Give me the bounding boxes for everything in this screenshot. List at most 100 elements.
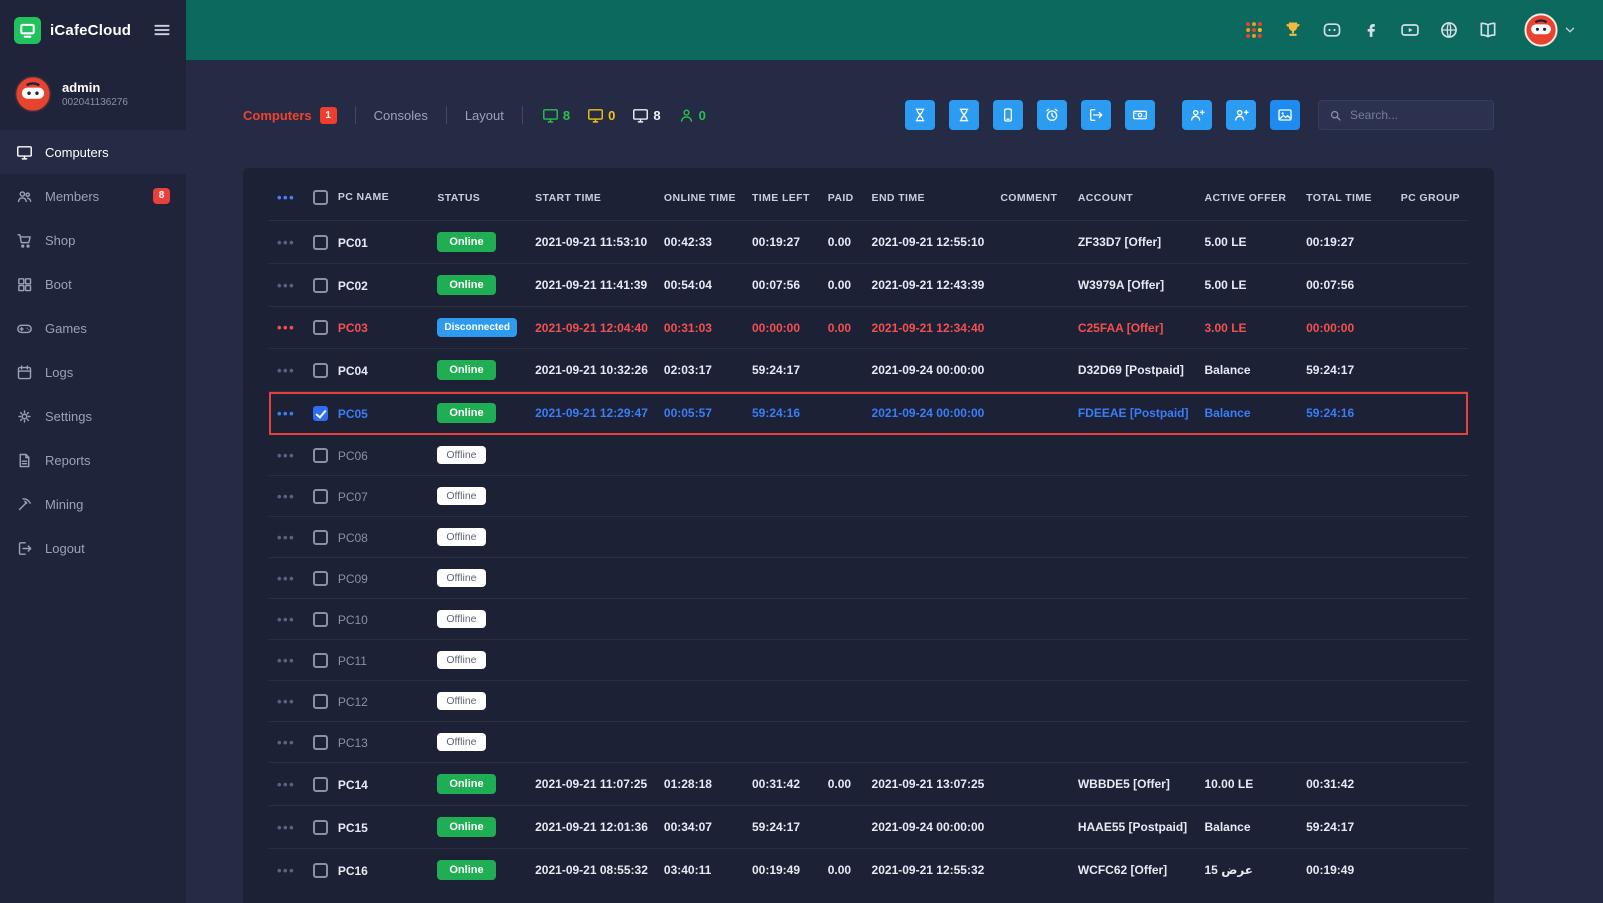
add-member-button[interactable]	[1182, 100, 1212, 130]
sidebar-item-settings[interactable]: Settings	[0, 394, 186, 438]
facebook-icon[interactable]	[1361, 20, 1381, 40]
row-actions-icon[interactable]: •••	[277, 612, 295, 627]
table-row[interactable]: •••PC03Disconnected2021-09-21 12:04:4000…	[269, 307, 1468, 349]
table-row[interactable]: •••PC06Offline	[269, 435, 1468, 476]
table-row[interactable]: •••PC15Online2021-09-21 12:01:3600:34:07…	[269, 806, 1468, 849]
row-checkbox[interactable]	[313, 235, 328, 250]
row-actions-button[interactable]: •••	[269, 681, 305, 722]
table-row[interactable]: •••PC01Online2021-09-21 11:53:1000:42:33…	[269, 221, 1468, 264]
row-actions-button[interactable]: •••	[269, 349, 305, 392]
table-row[interactable]: •••PC16Online2021-09-21 08:55:3203:40:11…	[269, 849, 1468, 892]
row-actions-icon[interactable]: •••	[277, 489, 295, 504]
row-actions-icon[interactable]: •••	[277, 448, 295, 463]
table-row[interactable]: •••PC04Online2021-09-21 10:32:2602:03:17…	[269, 349, 1468, 392]
row-checkbox[interactable]	[313, 820, 328, 835]
hourglass-add-button[interactable]	[949, 100, 979, 130]
table-row[interactable]: •••PC10Offline	[269, 599, 1468, 640]
row-actions-button[interactable]: •••	[269, 849, 305, 892]
row-checkbox[interactable]	[313, 735, 328, 750]
sidebar-item-computers[interactable]: Computers	[0, 130, 186, 174]
tab-computers[interactable]: Computers1	[243, 106, 356, 124]
row-actions-button[interactable]: •••	[269, 264, 305, 307]
row-checkbox[interactable]	[313, 448, 328, 463]
row-actions-button[interactable]: •••	[269, 435, 305, 476]
row-actions-icon[interactable]: •••	[277, 235, 295, 250]
sidebar-user-block[interactable]: admin 002041136276	[0, 60, 186, 130]
row-checkbox[interactable]	[313, 278, 328, 293]
row-actions-icon[interactable]: •••	[277, 653, 295, 668]
row-actions-icon[interactable]: •••	[277, 406, 295, 421]
row-actions-icon[interactable]: •••	[277, 320, 295, 335]
sidebar-item-games[interactable]: Games	[0, 306, 186, 350]
apps-grid-icon[interactable]	[1244, 20, 1264, 40]
row-actions-icon[interactable]: •••	[277, 863, 295, 878]
row-actions-icon[interactable]: •••	[277, 735, 295, 750]
row-actions-icon[interactable]: •••	[277, 820, 295, 835]
column-actions[interactable]: •••	[269, 172, 305, 221]
tab-consoles[interactable]: Consoles	[356, 106, 447, 124]
user-menu[interactable]	[1524, 13, 1577, 47]
row-checkbox[interactable]	[313, 863, 328, 878]
row-checkbox[interactable]	[313, 489, 328, 504]
row-actions-button[interactable]: •••	[269, 806, 305, 849]
row-actions-icon[interactable]: •••	[277, 777, 295, 792]
sidebar-item-mining[interactable]: Mining	[0, 482, 186, 526]
row-checkbox[interactable]	[313, 406, 328, 421]
screenshot-button[interactable]	[1270, 100, 1300, 130]
search-input[interactable]	[1350, 108, 1483, 122]
checkout-button[interactable]	[1081, 100, 1111, 130]
header-actions-icon[interactable]: •••	[277, 190, 295, 205]
row-actions-button[interactable]: •••	[269, 558, 305, 599]
row-actions-icon[interactable]: •••	[277, 530, 295, 545]
row-actions-button[interactable]: •••	[269, 599, 305, 640]
select-all-checkbox[interactable]	[313, 190, 328, 205]
globe-icon[interactable]	[1439, 20, 1459, 40]
row-checkbox[interactable]	[313, 320, 328, 335]
row-actions-button[interactable]: •••	[269, 307, 305, 349]
table-row[interactable]: •••PC09Offline	[269, 558, 1468, 599]
row-actions-icon[interactable]: •••	[277, 571, 295, 586]
mobile-button[interactable]	[993, 100, 1023, 130]
table-row[interactable]: •••PC02Online2021-09-21 11:41:3900:54:04…	[269, 264, 1468, 307]
tab-layout[interactable]: Layout	[447, 106, 523, 124]
row-checkbox[interactable]	[313, 694, 328, 709]
row-actions-button[interactable]: •••	[269, 476, 305, 517]
row-actions-button[interactable]: •••	[269, 392, 305, 435]
row-checkbox[interactable]	[313, 530, 328, 545]
row-checkbox[interactable]	[313, 612, 328, 627]
sidebar-item-members[interactable]: Members8	[0, 174, 186, 218]
row-checkbox[interactable]	[313, 777, 328, 792]
hamburger-menu-icon[interactable]	[152, 20, 172, 40]
row-actions-button[interactable]: •••	[269, 517, 305, 558]
table-row[interactable]: •••PC05Online2021-09-21 12:29:4700:05:57…	[269, 392, 1468, 435]
table-row[interactable]: •••PC12Offline	[269, 681, 1468, 722]
table-row[interactable]: •••PC08Offline	[269, 517, 1468, 558]
row-actions-icon[interactable]: •••	[277, 363, 295, 378]
row-checkbox[interactable]	[313, 653, 328, 668]
row-actions-button[interactable]: •••	[269, 763, 305, 806]
youtube-icon[interactable]	[1400, 20, 1420, 40]
sidebar-item-logout[interactable]: Logout	[0, 526, 186, 570]
trophy-icon[interactable]	[1283, 20, 1303, 40]
row-checkbox[interactable]	[313, 571, 328, 586]
row-actions-icon[interactable]: •••	[277, 694, 295, 709]
sidebar-item-reports[interactable]: Reports	[0, 438, 186, 482]
sidebar-item-boot[interactable]: Boot	[0, 262, 186, 306]
table-row[interactable]: •••PC13Offline	[269, 722, 1468, 763]
row-checkbox[interactable]	[313, 363, 328, 378]
row-actions-icon[interactable]: •••	[277, 278, 295, 293]
discord-icon[interactable]	[1322, 20, 1342, 40]
cash-button[interactable]	[1125, 100, 1155, 130]
sidebar-item-logs[interactable]: Logs	[0, 350, 186, 394]
sidebar-item-shop[interactable]: Shop	[0, 218, 186, 262]
assign-member-button[interactable]	[1226, 100, 1256, 130]
row-actions-button[interactable]: •••	[269, 221, 305, 264]
row-actions-button[interactable]: •••	[269, 722, 305, 763]
book-icon[interactable]	[1478, 20, 1498, 40]
table-row[interactable]: •••PC11Offline	[269, 640, 1468, 681]
row-actions-button[interactable]: •••	[269, 640, 305, 681]
hourglass-button[interactable]	[905, 100, 935, 130]
table-row[interactable]: •••PC07Offline	[269, 476, 1468, 517]
table-row[interactable]: •••PC14Online2021-09-21 11:07:2501:28:18…	[269, 763, 1468, 806]
alarm-button[interactable]	[1037, 100, 1067, 130]
